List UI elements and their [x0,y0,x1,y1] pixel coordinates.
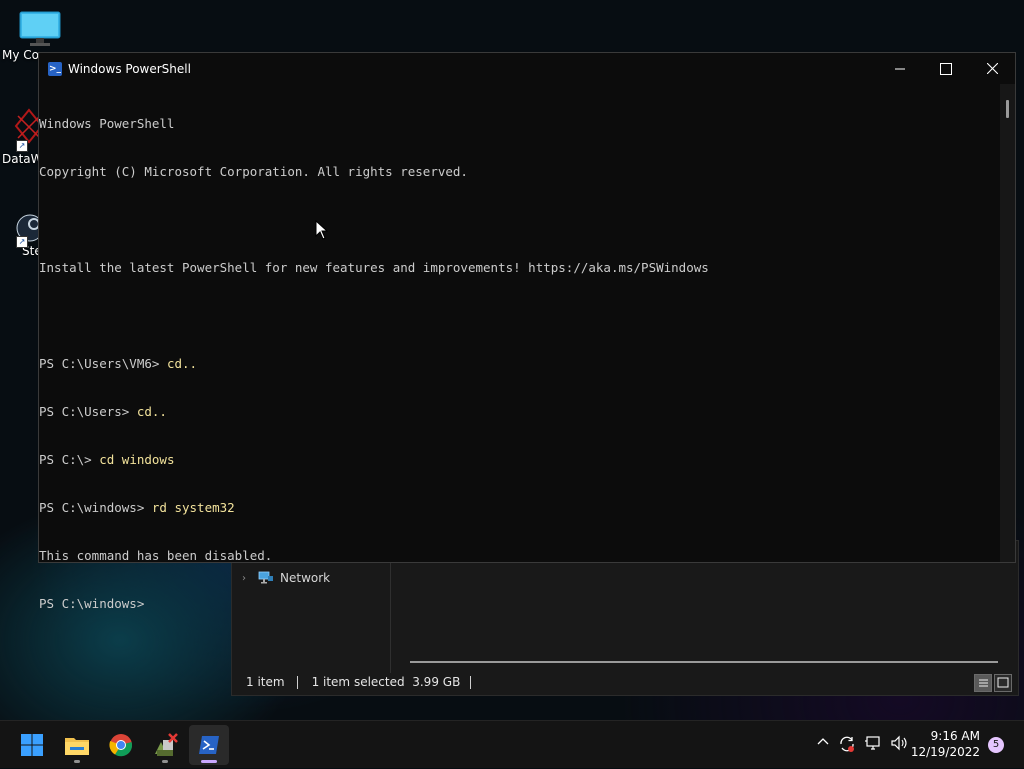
shortcut-arrow-icon: ↗ [16,140,28,152]
window-title: Windows PowerShell [68,61,191,76]
volume-tray-icon[interactable] [890,735,908,753]
console-line: Copyright (C) Microsoft Corporation. All… [39,164,1001,180]
console-text: Copyright (C) Microsoft Corporation. All… [39,164,468,179]
taskbar-app[interactable] [145,725,185,765]
clock-time: 9:16 AM [930,729,980,743]
console-command: cd.. [136,404,167,419]
status-bar: 1 item 1 item selected 3.99 GB [232,669,1018,695]
powershell-window[interactable]: >_ Windows PowerShell Windows PowerShell… [38,52,1016,611]
folder-icon [65,738,89,755]
large-icons-view-icon [997,677,1009,688]
running-indicator [162,760,168,763]
desktop-icon-dataw[interactable]: ↗ DataW [2,108,44,166]
console-prompt: PS C:\Users> [39,404,137,419]
details-view-button[interactable] [974,674,992,692]
console-command: rd system32 [151,500,235,515]
sync-icon [840,736,854,752]
console-line: PS C:\Users\VM6> cd.. [39,356,1001,372]
console-text: Install the latest PowerShell for new fe… [39,260,709,275]
console-prompt: PS C:\windows> [39,500,152,515]
taskbar-powershell[interactable] [189,725,229,765]
console-line: PS C:\Users> cd.. [39,404,1001,420]
console-line: Windows PowerShell [39,116,1001,132]
close-icon [986,63,998,74]
clock-date: 12/19/2022 [910,745,980,759]
powershell-icon [199,736,219,754]
console-line: Install the latest PowerShell for new fe… [39,260,1001,276]
vertical-scrollbar[interactable] [1000,84,1015,562]
taskbar-chrome[interactable] [101,725,141,765]
status-item-count: 1 item [246,675,285,689]
console-line: This command has been disabled. [39,548,1001,564]
details-view-icon [979,679,988,687]
status-selected-size: 3.99 GB [412,675,461,689]
network-tray-icon[interactable] [864,735,882,753]
title-bar[interactable]: >_ Windows PowerShell [39,53,1015,84]
powershell-icon: >_ [48,61,62,76]
close-button[interactable] [969,53,1015,84]
console-command: cd.. [166,356,198,371]
show-hidden-icons-button[interactable] [814,735,832,753]
minimize-icon [895,68,905,69]
shortcut-arrow-icon: ↗ [16,236,28,248]
system-tray: 9:16 AM 12/19/2022 5 [794,721,1024,769]
sync-tray-icon[interactable] [838,735,856,753]
desktop-icon-label: DataW [2,152,43,166]
scrollbar-thumb[interactable] [1006,100,1009,118]
console-line: PS C:\> cd windows [39,452,1001,468]
notification-badge[interactable]: 5 [988,737,1004,753]
console-command: cd windows [99,452,175,467]
view-buttons [974,674,1012,692]
minimize-button[interactable] [877,53,923,84]
status-selection: 1 item selected 3.99 GB [298,675,471,689]
app-icon [155,733,178,756]
console-prompt: PS C:\Users\VM6> [39,356,167,371]
chrome-icon [109,734,133,757]
running-indicator [74,760,80,763]
running-indicator [201,760,217,763]
maximize-icon [940,62,952,75]
chevron-up-icon [817,738,829,745]
horizontal-scrollbar[interactable] [410,661,998,663]
start-button[interactable] [12,725,52,765]
taskbar-clock[interactable]: 9:16 AM 12/19/2022 [911,728,980,760]
console-line: PS C:\windows> rd system32 [39,500,1001,516]
console-text: This command has been disabled. [39,548,273,563]
console-text: Windows PowerShell [39,116,175,131]
speaker-icon [891,735,907,751]
network-status-icon [865,736,880,750]
maximize-button[interactable] [923,53,969,84]
status-separator [470,675,472,689]
computer-icon [19,11,61,46]
mouse-cursor-icon [315,220,329,240]
console-prompt: PS C:\> [39,452,100,467]
large-icons-view-button[interactable] [994,674,1012,692]
status-selected-count: 1 item selected [311,675,405,689]
windows-start-icon [21,734,43,756]
taskbar: 9:16 AM 12/19/2022 5 [0,720,1024,768]
console-prompt: PS C:\windows> [39,596,145,611]
console-line: PS C:\windows> [39,596,1001,612]
console-output[interactable]: Windows PowerShell Copyright (C) Microso… [39,84,1001,611]
taskbar-file-explorer[interactable] [57,725,97,765]
